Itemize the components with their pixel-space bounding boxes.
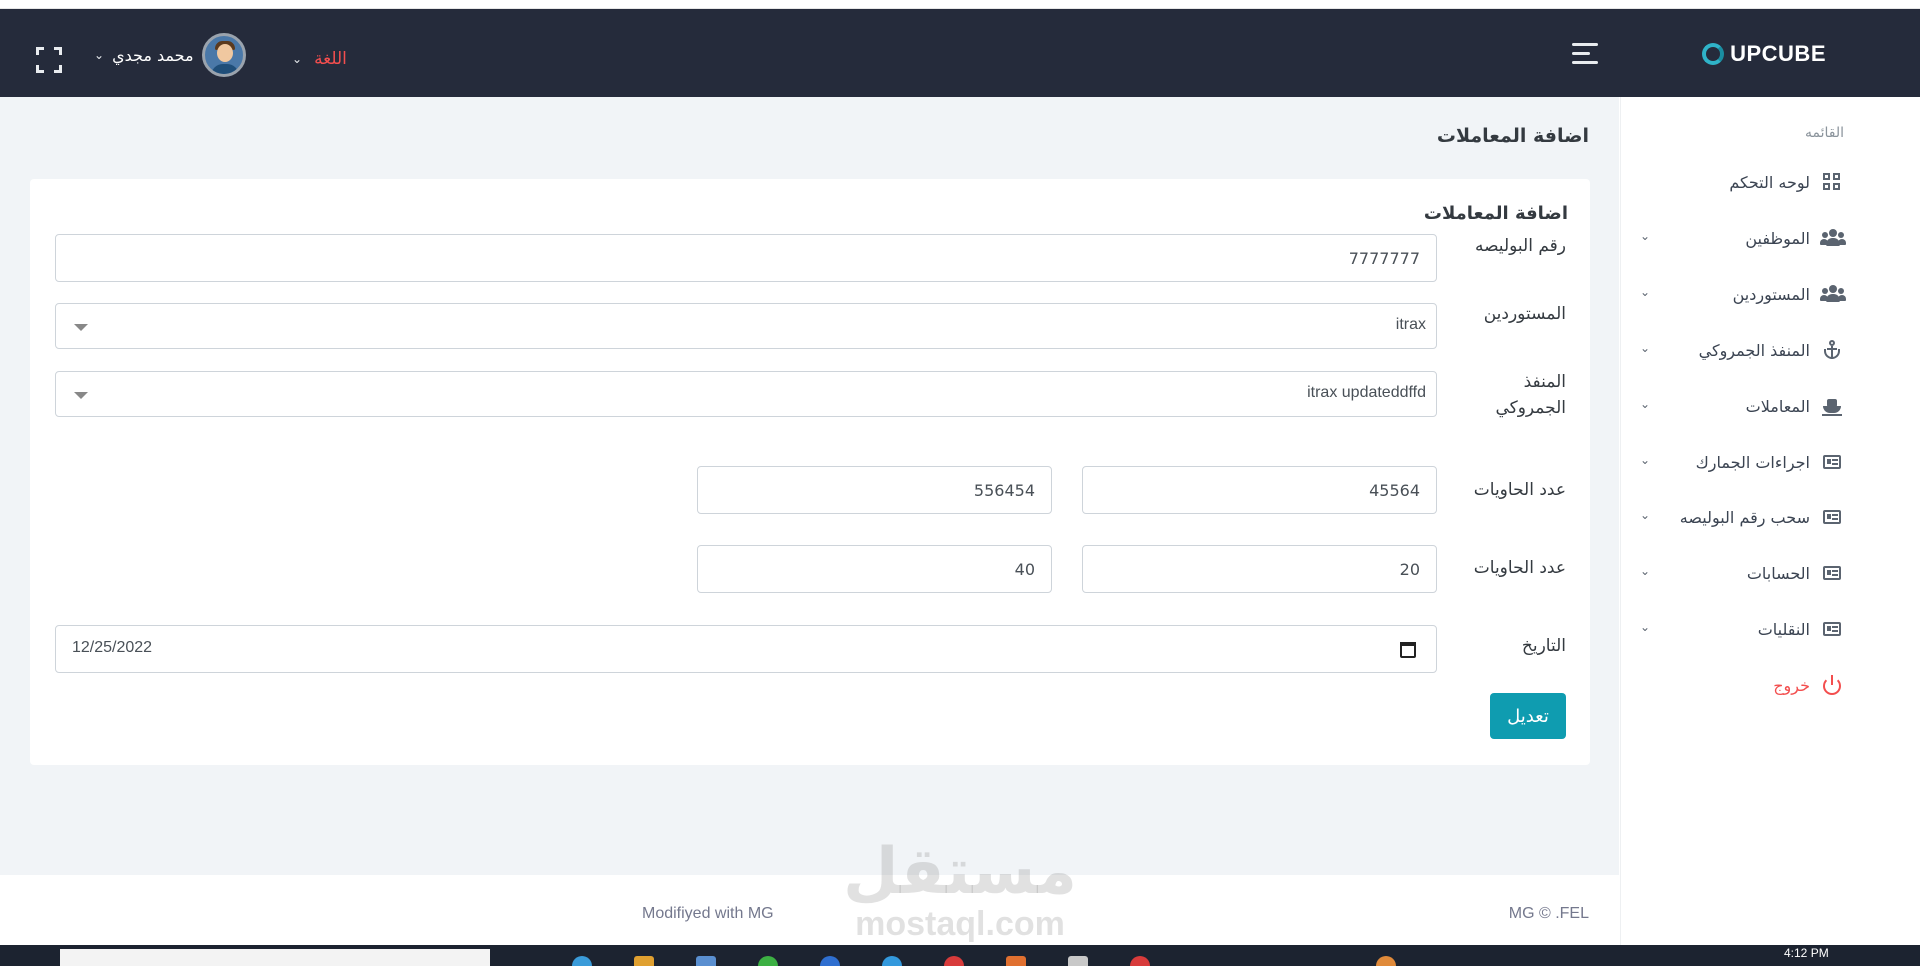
customs-port-selected-value: itrax updateddffd <box>1307 384 1426 401</box>
chevron-down-icon: ⌄ <box>1640 285 1651 299</box>
policy-number-input[interactable] <box>55 234 1437 282</box>
chevron-down-icon: ⌄ <box>1640 453 1651 467</box>
containers-count-input-2b[interactable] <box>697 545 1052 593</box>
taskbar-app-icon[interactable] <box>1376 956 1396 966</box>
taskbar-clock: 4:12 PM <box>1784 946 1829 960</box>
taskbar-app-icon[interactable] <box>696 956 716 966</box>
browser-top-strip <box>0 0 1920 9</box>
language-dropdown[interactable]: ⌄ اللغة <box>292 49 347 69</box>
date-value: 12/25/2022 <box>72 639 153 656</box>
sidebar-item-logout[interactable]: خروج <box>1634 670 1842 700</box>
newspaper-icon <box>1822 563 1842 583</box>
sidebar-item-employees[interactable]: الموظفين ⌄ <box>1634 223 1846 253</box>
sidebar-item-label: الحسابات <box>1746 563 1810 583</box>
importers-label: المستوردين <box>1483 304 1566 324</box>
taskbar-app-icon[interactable] <box>1006 956 1026 966</box>
containers-count-input-1a[interactable] <box>1082 466 1437 514</box>
caret-down-icon <box>74 324 88 331</box>
users-icon <box>1820 228 1846 248</box>
ship-icon <box>1822 396 1842 416</box>
card-title: اضافة المعاملات <box>1423 203 1568 224</box>
taskbar-app-icon[interactable] <box>820 956 840 966</box>
taskbar-app-icon[interactable] <box>944 956 964 966</box>
sidebar-item-importers[interactable]: المستوردين ⌄ <box>1634 279 1846 309</box>
avatar <box>201 33 246 77</box>
containers-count-input-1b[interactable] <box>697 466 1052 514</box>
edit-submit-button[interactable]: تعديل <box>1490 693 1566 739</box>
dashboard-grid-icon <box>1822 172 1842 192</box>
date-input[interactable]: 12/25/2022 <box>55 625 1437 673</box>
user-menu[interactable]: ⌄ محمد مجدي <box>94 33 246 77</box>
chevron-down-icon: ⌄ <box>1640 564 1651 578</box>
newspaper-icon <box>1822 619 1842 639</box>
power-icon <box>1822 675 1842 695</box>
chevron-down-icon: ⌄ <box>292 52 303 66</box>
brand-name: UPCUBE <box>1730 41 1826 66</box>
sidebar-item-label: المنفذ الجمروكي <box>1698 340 1810 360</box>
importers-selected-value: itrax <box>1395 316 1426 333</box>
containers-count-label: عدد الحاويات <box>1473 558 1566 578</box>
chevron-down-icon: ⌄ <box>94 48 105 62</box>
importers-select[interactable]: itrax <box>55 303 1437 349</box>
os-taskbar: 4:12 PM <box>0 945 1920 966</box>
sidebar-item-label: المعاملات <box>1745 396 1810 416</box>
chevron-down-icon: ⌄ <box>1640 397 1651 411</box>
taskbar-search-box[interactable] <box>60 949 490 966</box>
sidebar-item-label: اجراءات الجمارك <box>1695 452 1810 472</box>
sidebar-item-label: الموظفين <box>1745 228 1810 248</box>
users-icon <box>1820 284 1846 304</box>
chevron-down-icon: ⌄ <box>1640 341 1651 355</box>
brand-logo[interactable]: UPCUBE <box>1702 41 1826 67</box>
sidebar-item-accounts[interactable]: الحسابات ⌄ <box>1634 558 1842 588</box>
footer: Modifiyed with MG MG © .FEL <box>0 875 1619 945</box>
containers-count-input-2a[interactable] <box>1082 545 1437 593</box>
caret-down-icon <box>74 392 88 399</box>
transaction-form-card: اضافة المعاملات رقم البوليصه المستوردين … <box>30 179 1590 765</box>
menu-title: القائمه <box>1805 125 1844 141</box>
chevron-down-icon: ⌄ <box>1640 229 1651 243</box>
fullscreen-icon[interactable] <box>36 47 62 73</box>
footer-copyright: MG © .FEL <box>1508 905 1589 922</box>
customs-port-select[interactable]: itrax updateddffd <box>55 371 1437 417</box>
main-content: اضافة المعاملات اضافة المعاملات رقم البو… <box>0 97 1619 875</box>
containers-count-label: عدد الحاويات <box>1473 480 1566 500</box>
sidebar-item-customs-port[interactable]: المنفذ الجمروكي ⌄ <box>1634 335 1842 365</box>
user-name: محمد مجدي <box>112 45 194 65</box>
footer-credit: Modifiyed with MG <box>642 905 774 922</box>
menu-toggle-icon[interactable] <box>1572 43 1598 65</box>
language-label: اللغة <box>314 49 347 69</box>
policy-number-label: رقم البوليصه <box>1474 236 1566 256</box>
page-title: اضافة المعاملات <box>1436 125 1589 147</box>
newspaper-icon <box>1822 452 1842 472</box>
taskbar-app-icon[interactable] <box>1130 956 1150 966</box>
brand-logo-icon <box>1702 43 1725 65</box>
taskbar-app-icon[interactable] <box>1068 956 1088 966</box>
chevron-down-icon: ⌄ <box>1640 620 1651 634</box>
sidebar-item-label: النقليات <box>1757 619 1810 639</box>
date-label: التاريخ <box>1521 636 1566 656</box>
folder-icon[interactable] <box>634 956 654 966</box>
sidebar-item-dashboard[interactable]: لوحه التحكم <box>1634 167 1842 197</box>
sidebar-item-transport[interactable]: النقليات ⌄ <box>1634 614 1842 644</box>
newspaper-icon <box>1822 507 1842 527</box>
top-navbar: UPCUBE ⌄ اللغة ⌄ محمد مجدي <box>0 9 1920 97</box>
sidebar-item-customs-procedures[interactable]: اجراءات الجمارك ⌄ <box>1634 447 1842 477</box>
logout-label: خروج <box>1773 675 1810 695</box>
sidebar-item-label: المستوردين <box>1732 284 1810 304</box>
anchor-icon <box>1822 340 1842 360</box>
sidebar-item-label: لوحه التحكم <box>1729 172 1810 192</box>
chevron-down-icon: ⌄ <box>1640 508 1651 522</box>
sidebar-item-label: سحب رقم البوليصه <box>1679 507 1810 527</box>
taskbar-app-icon[interactable] <box>572 956 592 966</box>
sidebar: القائمه لوحه التحكم الموظفين ⌄ المستوردي… <box>1620 97 1920 945</box>
customs-port-label: المنفذ الجمروكي <box>1495 372 1566 418</box>
sidebar-item-transactions[interactable]: المعاملات ⌄ <box>1634 391 1842 421</box>
sidebar-item-withdraw-policy[interactable]: سحب رقم البوليصه ⌄ <box>1634 502 1842 532</box>
taskbar-app-icon[interactable] <box>758 956 778 966</box>
calendar-icon[interactable] <box>1400 640 1416 658</box>
taskbar-app-icon[interactable] <box>882 956 902 966</box>
